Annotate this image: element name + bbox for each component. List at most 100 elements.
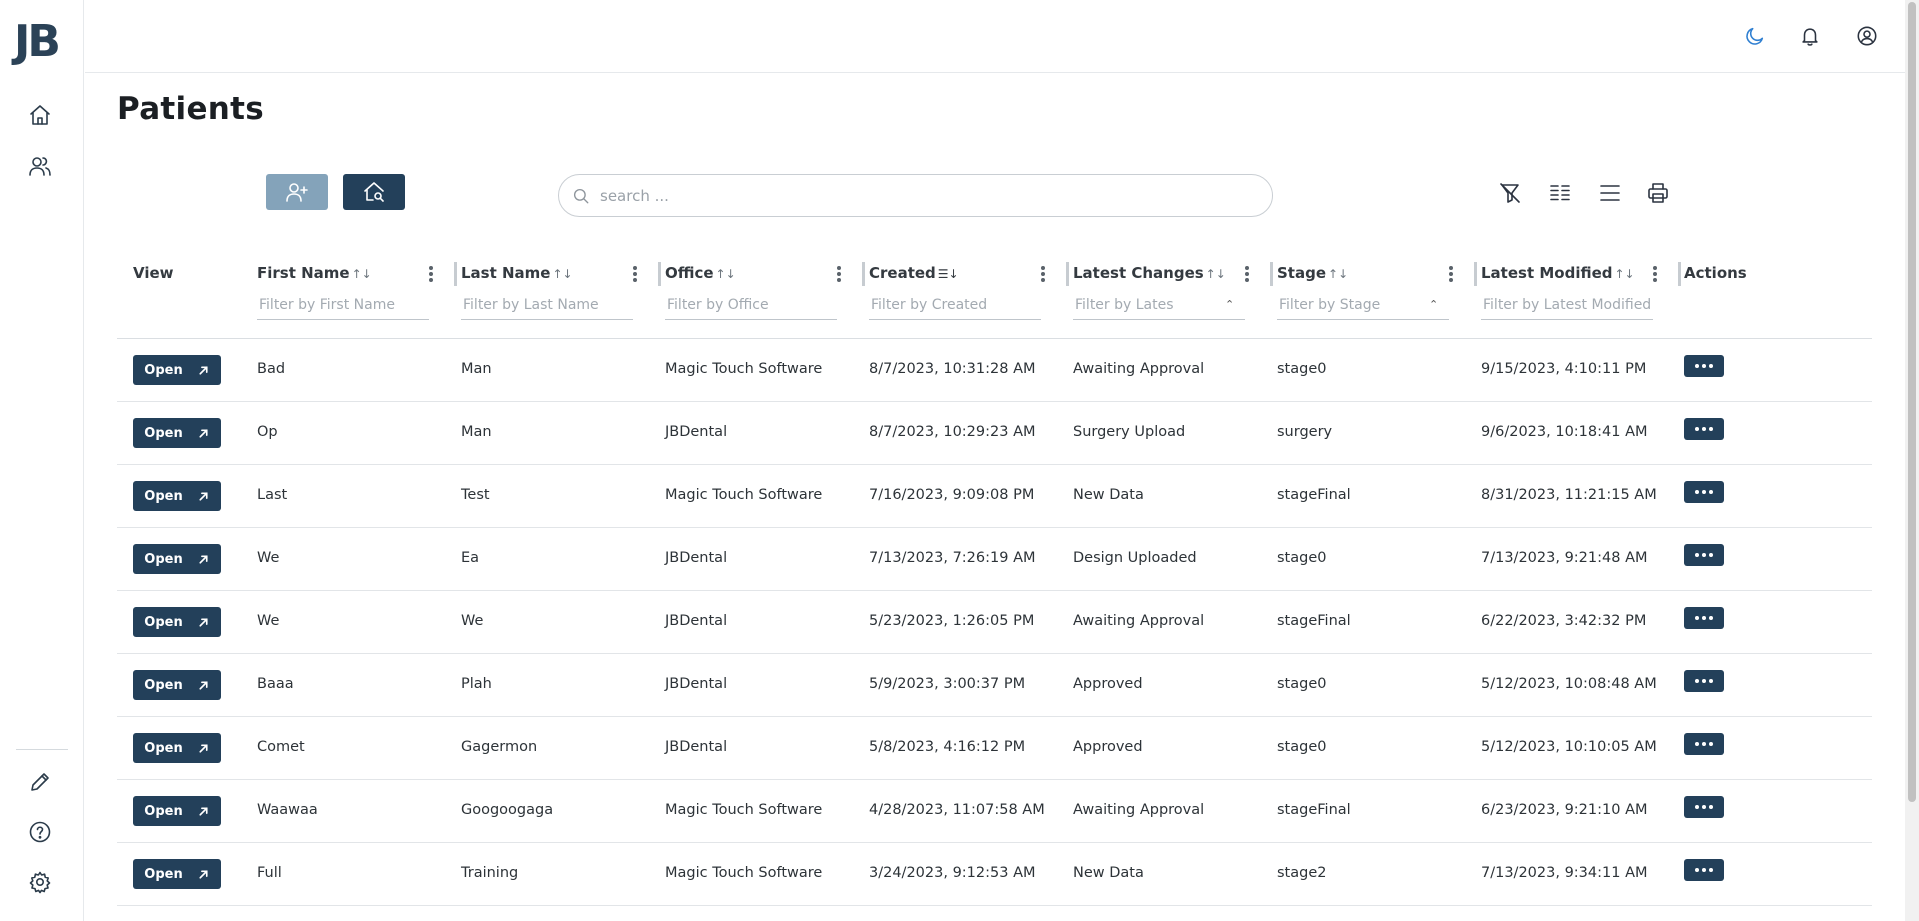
density-toggle-button[interactable] [1595, 178, 1625, 208]
row-actions-button[interactable] [1684, 670, 1724, 692]
cell-office: Magic Touch Software [665, 361, 823, 377]
cell-first: We [257, 613, 280, 629]
column-resize-handle[interactable] [454, 262, 457, 286]
sort-icon[interactable]: ↑↓ [716, 267, 736, 281]
header-label[interactable]: Created [869, 264, 936, 282]
print-button[interactable] [1643, 178, 1673, 208]
sort-icon[interactable]: ↑↓ [1328, 267, 1348, 281]
open-button[interactable]: Open [133, 796, 221, 826]
cell-modified: 7/13/2023, 9:34:11 AM [1481, 865, 1648, 881]
column-menu-icon[interactable] [1037, 264, 1049, 284]
header-label[interactable]: Stage [1277, 264, 1326, 282]
cell-stage: stage0 [1277, 676, 1327, 692]
open-button[interactable]: Open [133, 418, 221, 448]
filter-stage[interactable] [1277, 290, 1449, 320]
help-icon[interactable] [26, 818, 54, 846]
open-button[interactable]: Open [133, 355, 221, 385]
header-label[interactable]: Latest Modified [1481, 264, 1612, 282]
column-menu-icon[interactable] [425, 264, 437, 284]
filter-latest-modified[interactable] [1481, 290, 1653, 320]
header-label[interactable]: Last Name [461, 264, 550, 282]
open-button[interactable]: Open [133, 481, 221, 511]
arrow-up-right-icon [199, 680, 208, 690]
row-actions-button[interactable] [1684, 607, 1724, 629]
column-menu-icon[interactable] [833, 264, 845, 284]
sort-desc-icon[interactable]: ☰↓ [938, 267, 959, 281]
arrow-up-right-icon [199, 491, 208, 501]
cell-stage: stage2 [1277, 865, 1327, 881]
column-resize-handle[interactable] [1678, 262, 1681, 286]
column-resize-handle[interactable] [1474, 262, 1477, 286]
filter-last-name[interactable] [461, 290, 633, 320]
sort-icon[interactable]: ↑↓ [552, 267, 572, 281]
moon-icon[interactable] [1741, 22, 1769, 50]
rows-icon [1600, 185, 1620, 201]
office-search-button[interactable] [343, 174, 405, 210]
open-button[interactable]: Open [133, 544, 221, 574]
table-row: Open Bad Man Magic Touch Software 8/7/2023, … [117, 339, 1872, 402]
column-resize-handle[interactable] [1066, 262, 1069, 286]
columns-toggle-button[interactable] [1545, 178, 1575, 208]
cell-modified: 6/22/2023, 3:42:32 PM [1481, 613, 1647, 629]
sort-icon[interactable]: ↑↓ [1614, 267, 1634, 281]
sort-icon[interactable]: ↑↓ [1206, 267, 1226, 281]
open-button[interactable]: Open [133, 670, 221, 700]
open-button[interactable]: Open [133, 859, 221, 889]
column-resize-handle[interactable] [1270, 262, 1273, 286]
cell-changes: New Data [1073, 865, 1144, 881]
column-menu-icon[interactable] [1241, 264, 1253, 284]
row-actions-button[interactable] [1684, 859, 1724, 881]
cell-first: Last [257, 487, 288, 503]
column-resize-handle[interactable] [862, 262, 865, 286]
header-label[interactable]: Office [665, 264, 714, 282]
filter-office[interactable] [665, 290, 837, 320]
column-menu-icon[interactable] [1649, 264, 1661, 284]
chevron-updown-icon[interactable]: ⌃ [1225, 298, 1234, 311]
row-actions-button[interactable] [1684, 733, 1724, 755]
table-row: Open Baaa Plah JBDental 5/9/2023, 3:00:37 PM… [117, 654, 1872, 717]
row-actions-button[interactable] [1684, 355, 1724, 377]
pencil-icon[interactable] [26, 768, 54, 796]
clear-filter-button[interactable] [1495, 178, 1525, 208]
search-input[interactable] [600, 182, 1250, 210]
column-menu-icon[interactable] [629, 264, 641, 284]
chevron-updown-icon[interactable]: ⌃ [1429, 298, 1438, 311]
arrow-up-right-icon [199, 365, 208, 375]
open-button[interactable]: Open [133, 733, 221, 763]
users-icon[interactable] [26, 152, 54, 180]
user-plus-icon [286, 183, 308, 202]
row-actions-button[interactable] [1684, 544, 1724, 566]
search-box[interactable] [558, 174, 1273, 217]
column-menu-icon[interactable] [1445, 264, 1457, 284]
sidebar-divider [16, 749, 68, 750]
home-icon[interactable] [26, 101, 54, 129]
bell-icon[interactable] [1796, 22, 1824, 50]
scrollbar-thumb[interactable] [1908, 2, 1916, 802]
header-label: View [133, 264, 174, 282]
columns-icon [1550, 185, 1570, 201]
arrow-up-right-icon [199, 554, 208, 564]
add-patient-button[interactable] [266, 174, 328, 210]
vertical-scrollbar[interactable] [1905, 0, 1919, 921]
filter-first-name[interactable] [257, 290, 429, 320]
filter-created[interactable] [869, 290, 1041, 320]
open-button[interactable]: Open [133, 607, 221, 637]
row-actions-button[interactable] [1684, 481, 1724, 503]
app-logo[interactable]: JB [14, 16, 61, 67]
user-circle-icon[interactable] [1853, 22, 1881, 50]
sidebar: JB [0, 0, 84, 921]
cell-modified: 7/13/2023, 9:21:48 AM [1481, 550, 1648, 566]
cell-office: JBDental [665, 424, 728, 440]
row-actions-button[interactable] [1684, 418, 1724, 440]
filter-latest-changes[interactable] [1073, 290, 1245, 320]
open-button-label: Open [144, 803, 183, 819]
gear-icon[interactable] [26, 868, 54, 896]
column-resize-handle[interactable] [658, 262, 661, 286]
cell-created: 8/7/2023, 10:31:28 AM [869, 361, 1036, 377]
header-label[interactable]: First Name [257, 264, 350, 282]
row-actions-button[interactable] [1684, 796, 1724, 818]
arrow-up-right-icon [199, 869, 208, 879]
search-icon [573, 188, 589, 204]
header-label[interactable]: Latest Changes [1073, 264, 1204, 282]
sort-icon[interactable]: ↑↓ [352, 267, 372, 281]
